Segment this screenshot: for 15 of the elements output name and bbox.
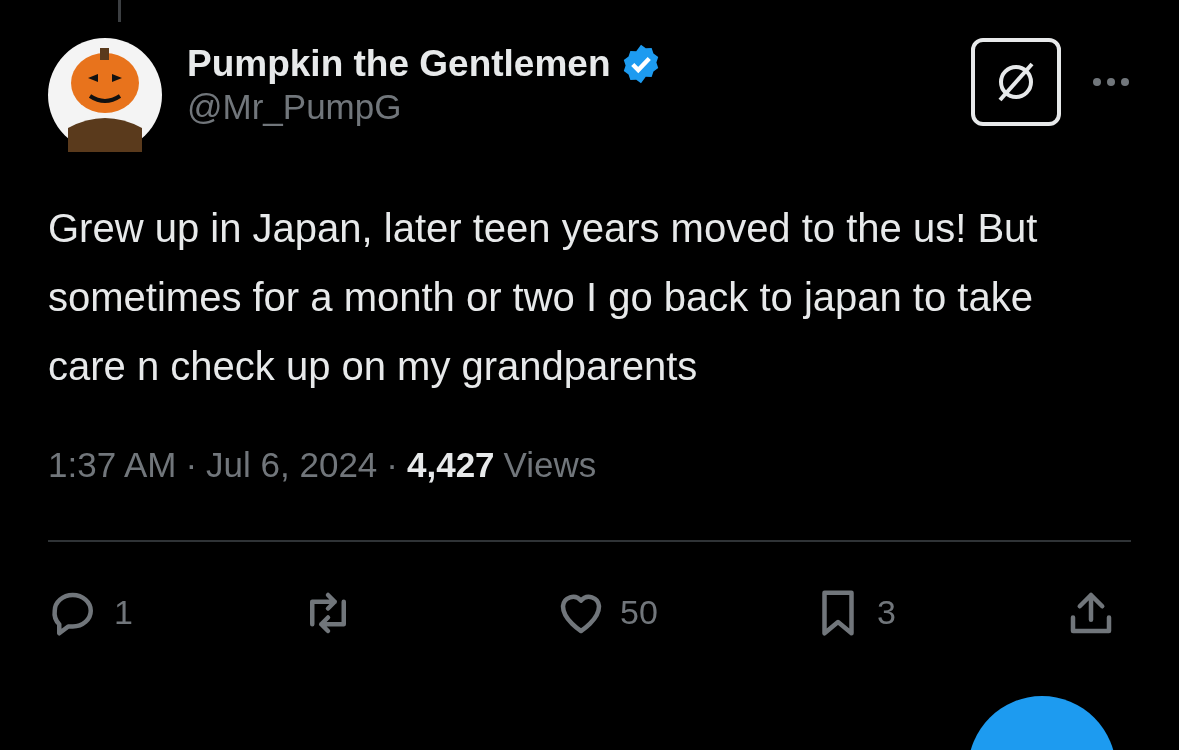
- separator: ·: [185, 444, 198, 486]
- bookmark-button[interactable]: 3: [810, 585, 911, 640]
- reply-button[interactable]: 1: [48, 585, 148, 640]
- author-name[interactable]: Pumpkin the Gentlemen: [187, 42, 611, 87]
- post-time: 1:37 AM: [48, 444, 177, 486]
- views-count: 4,427: [407, 444, 495, 486]
- author-handle[interactable]: @Mr_PumpG: [187, 86, 971, 129]
- grok-button[interactable]: [971, 38, 1061, 126]
- post-text: Grew up in Japan, later teen years moved to the us! But sometimes for a month or two I go back to japan to take care n check up on my grandparents: [48, 205, 1039, 390]
- like-button[interactable]: 50: [554, 585, 658, 640]
- views-label: Views: [503, 444, 597, 486]
- separator: ·: [386, 444, 398, 486]
- more-icon[interactable]: [1091, 76, 1131, 88]
- post-date: Jul 6, 2024: [206, 444, 378, 486]
- avatar-drawing[interactable]: [48, 38, 162, 152]
